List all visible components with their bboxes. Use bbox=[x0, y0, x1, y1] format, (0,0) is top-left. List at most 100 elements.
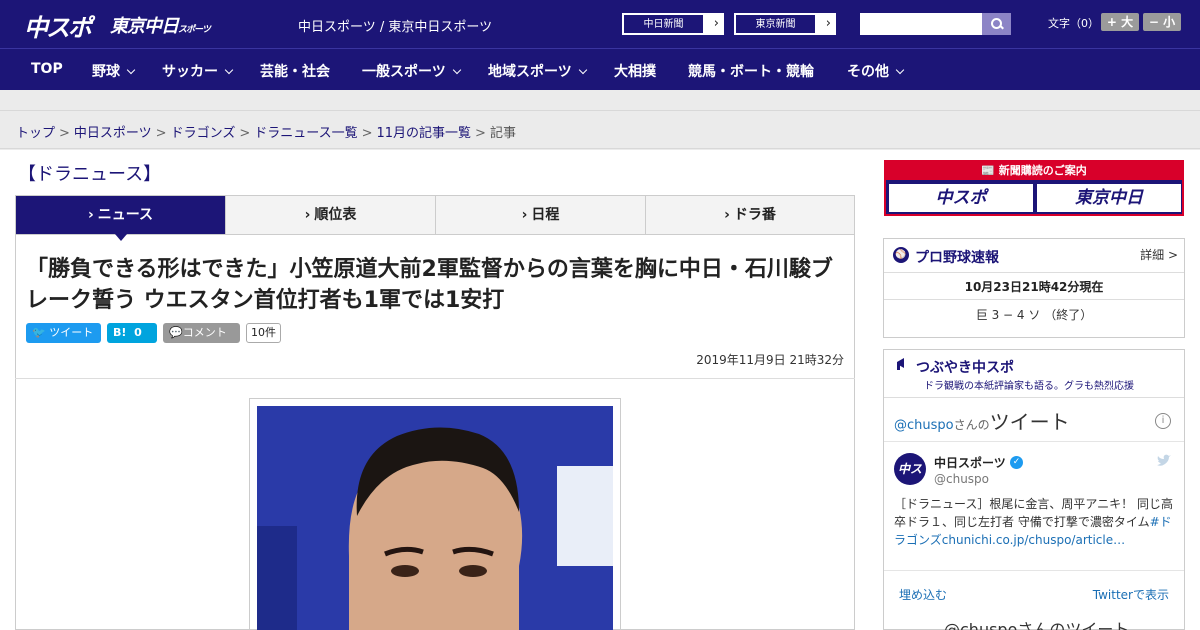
nav-label: TOP bbox=[31, 61, 63, 77]
subscription-promo: 📰 新聞購読のご案内 中スポ 東京中日 bbox=[884, 160, 1184, 216]
tab-label: ニュース bbox=[97, 207, 154, 223]
promo-tokyo-button[interactable]: 東京中日 bbox=[1037, 184, 1181, 212]
spacer-band bbox=[0, 90, 1200, 110]
tab-label: ドラ番 bbox=[733, 207, 776, 223]
nav-soccer[interactable]: サッカー bbox=[162, 61, 234, 81]
nav-label: サッカー bbox=[162, 64, 218, 80]
tweet-label: ツイート bbox=[49, 326, 94, 339]
breadcrumb-link-dragons[interactable]: ドラゴンズ bbox=[171, 126, 236, 141]
tab-news[interactable]: › ニュース bbox=[16, 196, 226, 234]
tokyo-shimbun-link[interactable]: 東京新聞 › bbox=[734, 13, 836, 35]
nav-label: 競馬・ボート・競輪 bbox=[688, 64, 814, 80]
search-input[interactable] bbox=[860, 13, 982, 35]
search-button[interactable] bbox=[982, 13, 1011, 35]
nav-local-sports[interactable]: 地域スポーツ bbox=[488, 61, 587, 81]
tokyo-shimbun-label: 東京新聞 bbox=[735, 14, 816, 34]
chevron-down-icon bbox=[578, 65, 587, 75]
megaphone-icon bbox=[897, 358, 904, 370]
breadcrumb-link-news-list[interactable]: ドラニュース一覧 bbox=[254, 126, 357, 141]
tweet-body: ［ドラニュース］根尾に金言、周平アニキ！ 同じ高卒ドラ１、同じ左打者 守備で打撃… bbox=[894, 497, 1173, 529]
nav-label: 地域スポーツ bbox=[488, 64, 572, 80]
nav-label: 一般スポーツ bbox=[362, 64, 446, 80]
tab-label: 順位表 bbox=[314, 207, 357, 223]
breadcrumb-separator: > bbox=[59, 126, 70, 141]
comment-count: 10件 bbox=[246, 323, 281, 343]
nav-entertainment[interactable]: 芸能・社会 bbox=[260, 61, 330, 81]
newspaper-icon: 📰 bbox=[981, 164, 995, 177]
tweet-text[interactable]: ［ドラニュース］根尾に金言、周平アニキ！ 同じ高卒ドラ１、同じ左打者 守備で打撃… bbox=[894, 495, 1176, 549]
verified-badge-icon: ✓ bbox=[1010, 456, 1023, 469]
promo-title: 📰 新聞購読のご案内 bbox=[886, 162, 1182, 180]
article-headline: 「勝負できる形はできた」小笠原道大前2軍監督からの言葉を胸に中日・石川駿ブレーク… bbox=[26, 257, 833, 313]
breadcrumb-link-november[interactable]: 11月の記事一覧 bbox=[377, 126, 472, 141]
promo-chuspo-button[interactable]: 中スポ bbox=[889, 184, 1033, 212]
breadcrumb-separator: > bbox=[475, 126, 486, 141]
tweet-button[interactable]: 🐦 ツイート bbox=[26, 323, 101, 343]
hatena-bookmark-button[interactable]: B! 0 bbox=[107, 323, 157, 343]
nav-general-sports[interactable]: 一般スポーツ bbox=[362, 61, 461, 81]
nav-other[interactable]: その他 bbox=[847, 61, 905, 81]
player-portrait-image bbox=[257, 406, 613, 630]
article-divider bbox=[15, 378, 855, 379]
font-smaller-button[interactable]: − 小 bbox=[1143, 13, 1181, 31]
twitter-panel-title: つぶやき中スポ bbox=[916, 360, 1014, 376]
comment-button[interactable]: 💬コメント bbox=[163, 323, 240, 343]
timeline-title: ツイート bbox=[989, 410, 1070, 434]
comment-bubble-icon: 💬 bbox=[169, 326, 183, 339]
comment-label: コメント bbox=[182, 326, 227, 339]
tokyo-chunichi-logo[interactable]: 東京中日スポーツ bbox=[110, 12, 211, 38]
baseball-icon: ⚾ bbox=[893, 247, 909, 263]
tweet-screen-name[interactable]: @chuspo bbox=[934, 472, 989, 486]
view-on-twitter-link[interactable]: Twitterで表示 bbox=[1093, 586, 1169, 603]
chevron-down-icon bbox=[452, 65, 461, 75]
divider bbox=[884, 397, 1184, 398]
nav-baseball[interactable]: 野球 bbox=[92, 61, 136, 81]
nav-racing[interactable]: 競馬・ボート・競輪 bbox=[688, 61, 814, 81]
twitter-bird-icon[interactable] bbox=[1156, 454, 1172, 468]
nav-sumo[interactable]: 大相撲 bbox=[614, 61, 656, 81]
timeline-header[interactable]: @chuspoさんのツイート bbox=[894, 406, 1070, 435]
site-header: 中スポ 東京中日スポーツ 中日スポーツ / 東京中日スポーツ 中日新聞 › 東京… bbox=[0, 0, 1200, 48]
tweet-account-name[interactable]: 中日スポーツ bbox=[934, 454, 1006, 471]
tab-dora-ban[interactable]: › ドラ番 bbox=[646, 196, 854, 234]
article-timestamp: 2019年11月9日 21時32分 bbox=[696, 353, 844, 367]
chunichi-shimbun-link[interactable]: 中日新聞 › bbox=[622, 13, 724, 35]
twitter-panel-subtitle: ドラ観戦の本紙評論家も語る。グラも熱烈応援 bbox=[924, 381, 1134, 392]
nav-label: 大相撲 bbox=[614, 64, 656, 80]
embed-link[interactable]: 埋め込む bbox=[899, 586, 947, 603]
chuspo-logo[interactable]: 中スポ bbox=[24, 8, 92, 43]
score-details-link[interactable]: 詳細 > bbox=[1140, 246, 1178, 263]
tab-standings[interactable]: › 順位表 bbox=[226, 196, 436, 234]
breadcrumb-separator: > bbox=[361, 126, 373, 141]
article-photo[interactable] bbox=[257, 406, 613, 630]
tab-label: 日程 bbox=[531, 207, 560, 223]
info-icon[interactable]: i bbox=[1155, 413, 1171, 429]
score-result[interactable]: 巨 3 − 4 ソ （終了） bbox=[884, 306, 1184, 323]
chevron-right-icon: › bbox=[521, 207, 528, 223]
breadcrumb-current: 記事 bbox=[489, 126, 516, 141]
chevron-down-icon bbox=[224, 65, 234, 75]
nav-label: その他 bbox=[847, 64, 889, 80]
breadcrumb-link-chuspo[interactable]: 中日スポーツ bbox=[74, 126, 152, 141]
avatar[interactable]: 中スポ bbox=[894, 453, 926, 508]
site-links[interactable]: 中日スポーツ / 東京中日スポーツ bbox=[298, 16, 492, 35]
chevron-right-icon: › bbox=[304, 207, 311, 223]
breadcrumb-link-top[interactable]: トップ bbox=[16, 126, 55, 141]
next-timeline-header: @chuspoさんのツイート bbox=[944, 620, 1130, 630]
score-updated: 10月23日21時42分現在 bbox=[884, 272, 1184, 300]
nav-label: 芸能・社会 bbox=[260, 64, 330, 80]
nav-top[interactable]: TOP bbox=[31, 61, 63, 77]
active-tab-pointer bbox=[115, 234, 127, 241]
news-tabs: › ニュース › 順位表 › 日程 › ドラ番 bbox=[15, 195, 855, 235]
timeline-suffix: さんの bbox=[953, 418, 990, 432]
chevron-right-icon: › bbox=[713, 16, 719, 31]
tab-schedule[interactable]: › 日程 bbox=[436, 196, 646, 234]
chevron-right-icon: › bbox=[724, 207, 730, 223]
section-title: 【ドラニュース】 bbox=[18, 164, 162, 185]
breadcrumb: トップ > 中日スポーツ > ドラゴンズ > ドラニュース一覧 >11月の記事一覧 > 記事 bbox=[0, 110, 1200, 149]
twitter-bird-icon: 🐦 bbox=[32, 326, 46, 339]
font-bigger-button[interactable]: + 大 bbox=[1101, 13, 1139, 31]
chevron-right-icon: › bbox=[87, 207, 94, 223]
promo-title-text: 新聞購読のご案内 bbox=[998, 164, 1087, 177]
breadcrumb-separator: > bbox=[239, 126, 251, 141]
